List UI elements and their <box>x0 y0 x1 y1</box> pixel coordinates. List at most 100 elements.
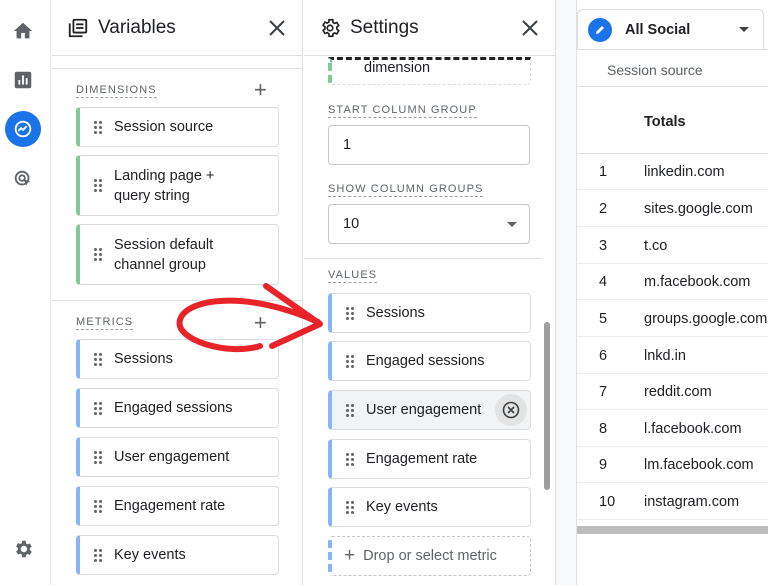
gear-icon[interactable] <box>9 535 37 563</box>
chevron-down-icon[interactable] <box>739 27 749 32</box>
drag-handle-icon[interactable] <box>94 401 102 415</box>
left-nav-rail <box>0 0 51 585</box>
drag-handle-icon[interactable] <box>346 403 354 417</box>
row-source: lm.facebook.com <box>644 456 754 473</box>
value-chip[interactable]: Engaged sessions <box>328 341 531 381</box>
metric-label: Key events <box>114 547 186 563</box>
row-source: reddit.com <box>644 383 712 400</box>
gear-icon <box>318 16 342 40</box>
dimension-drop-chip[interactable]: dimension <box>328 57 531 85</box>
divider <box>304 258 542 259</box>
value-chip[interactable]: Sessions <box>328 293 531 333</box>
table-horizontal-scrollbar[interactable] <box>577 526 768 534</box>
table-row[interactable]: 7 reddit.com <box>577 374 768 410</box>
drag-handle-icon[interactable] <box>94 548 102 562</box>
drag-handle-icon[interactable] <box>346 306 354 320</box>
drop-placeholder: Drop or select metric <box>363 548 497 564</box>
drag-handle-icon[interactable] <box>94 352 102 366</box>
value-chip-hovered[interactable]: User engagement <box>328 390 531 430</box>
dimension-drop-label: dimension <box>364 60 431 76</box>
row-source: t.co <box>644 237 668 254</box>
metric-label: User engagement <box>114 449 230 465</box>
table-row[interactable]: 6 lnkd.in <box>577 338 768 374</box>
row-number: 6 <box>599 347 608 364</box>
values-label: VALUES <box>328 269 378 283</box>
table-row[interactable]: 10 instagram.com <box>577 484 768 520</box>
library-icon <box>66 16 90 40</box>
column-header[interactable]: Session source <box>607 62 703 78</box>
annotation-arrow-icon <box>176 283 323 353</box>
value-chip[interactable]: Key events <box>328 487 531 527</box>
table-row[interactable]: 4 m.facebook.com <box>577 264 768 300</box>
value-chip[interactable]: Engagement rate <box>328 439 531 479</box>
dimension-chip[interactable]: Session source <box>76 107 279 147</box>
table-row[interactable]: 8 l.facebook.com <box>577 411 768 447</box>
dimensions-label: DIMENSIONS <box>76 84 157 98</box>
divider <box>577 86 768 87</box>
drag-handle-icon[interactable] <box>94 248 102 261</box>
start-column-group-label: START COLUMN GROUP <box>328 104 477 118</box>
row-source: l.facebook.com <box>644 420 742 437</box>
metric-label: Sessions <box>114 351 173 367</box>
divider <box>577 49 768 50</box>
drag-handle-icon[interactable] <box>346 452 354 466</box>
divider <box>52 68 303 69</box>
row-source: m.facebook.com <box>644 273 751 290</box>
close-icon[interactable] <box>266 17 288 39</box>
row-number: 9 <box>599 456 608 473</box>
table-row[interactable]: 3 t.co <box>577 228 768 264</box>
metric-chip[interactable]: Engaged sessions <box>76 388 279 428</box>
show-column-groups-label: SHOW COLUMN GROUPS <box>328 183 484 197</box>
show-column-groups-value: 10 <box>343 216 360 232</box>
drop-metric-zone[interactable]: + Drop or select metric <box>328 536 531 576</box>
row-number: 8 <box>599 420 608 437</box>
drag-handle-icon[interactable] <box>346 500 354 514</box>
drag-handle-icon[interactable] <box>94 120 102 134</box>
add-dimension-button[interactable]: + <box>254 79 267 101</box>
drag-handle-icon[interactable] <box>94 450 102 464</box>
canvas-gap <box>556 0 576 585</box>
metric-chip[interactable]: Engagement rate <box>76 486 279 526</box>
row-number: 2 <box>599 200 608 217</box>
dimension-label: Landing page + query string <box>114 167 215 204</box>
start-column-group-input[interactable]: 1 <box>328 125 530 165</box>
row-number: 7 <box>599 383 608 400</box>
dimension-label: Session default channel group <box>114 236 214 273</box>
row-source: sites.google.com <box>644 200 753 217</box>
table-row[interactable]: 1 linkedin.com <box>577 154 768 190</box>
drag-handle-icon[interactable] <box>94 499 102 513</box>
close-icon[interactable] <box>519 17 541 39</box>
value-label: User engagement <box>366 402 482 418</box>
metric-label: Engaged sessions <box>114 400 233 416</box>
metric-chip[interactable]: User engagement <box>76 437 279 477</box>
dimension-label: Session source <box>114 119 214 135</box>
settings-scrollbar[interactable] <box>544 322 550 490</box>
drag-handle-icon[interactable] <box>94 179 102 192</box>
show-column-groups-select[interactable]: 10 <box>328 204 530 244</box>
start-column-group-value: 1 <box>343 137 352 153</box>
row-number: 5 <box>599 310 608 327</box>
plus-icon: + <box>344 545 356 566</box>
panel-title: Settings <box>350 16 419 38</box>
dimension-chip[interactable]: Landing page + query string <box>76 155 279 216</box>
dropdown-arrow-icon <box>507 222 517 227</box>
value-label: Sessions <box>366 305 425 321</box>
table-row[interactable]: 9 lm.facebook.com <box>577 447 768 483</box>
table-row[interactable]: 5 groups.google.com <box>577 301 768 337</box>
row-number: 1 <box>599 163 608 180</box>
row-source: linkedin.com <box>644 163 725 180</box>
dimension-chip[interactable]: Session default channel group <box>76 224 279 285</box>
value-label: Engagement rate <box>366 451 478 467</box>
drag-handle-icon[interactable] <box>346 354 354 368</box>
totals-label: Totals <box>644 114 686 130</box>
free-form-table: All Social Session source Totals 1 linked… <box>576 0 768 585</box>
table-row[interactable]: 2 sites.google.com <box>577 191 768 227</box>
segment-tab[interactable]: All Social <box>577 9 764 49</box>
explore-icon[interactable] <box>5 111 41 147</box>
row-number: 10 <box>599 493 616 510</box>
home-icon[interactable] <box>9 17 37 45</box>
metric-chip[interactable]: Key events <box>76 535 279 575</box>
advertising-icon[interactable] <box>9 165 37 193</box>
remove-circle-icon[interactable] <box>495 394 527 426</box>
reports-icon[interactable] <box>9 66 37 94</box>
